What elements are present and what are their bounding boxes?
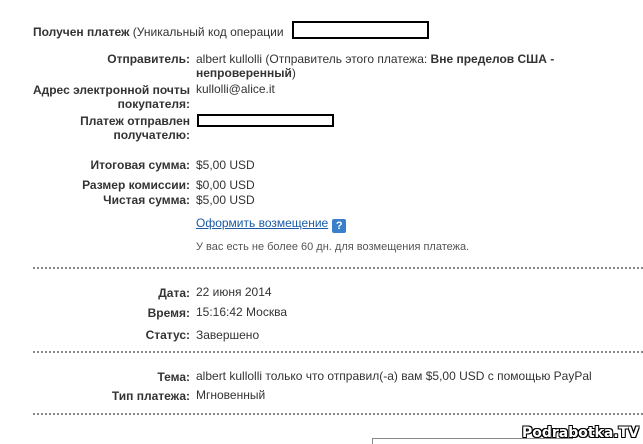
divider xyxy=(33,413,643,415)
subject-label: Тема: xyxy=(157,370,190,384)
status-value: Завершено xyxy=(196,328,260,342)
total-amount-label: Итоговая сумма: xyxy=(90,158,190,172)
time-value: 15:16:42 Москва xyxy=(196,305,288,319)
net-amount-label: Чистая сумма: xyxy=(103,193,190,207)
payment-type-label: Тип платежа: xyxy=(111,389,190,403)
divider xyxy=(33,267,643,269)
sender-status: Вне пределов США - xyxy=(430,52,555,66)
sender-note-close: ) xyxy=(291,66,296,80)
help-icon[interactable]: ? xyxy=(332,219,347,233)
watermark: Podrabotka.TV xyxy=(521,425,639,441)
status-label: Статус: xyxy=(145,328,190,342)
sender-value: albert kullolli (Отправитель этого плате… xyxy=(196,52,554,67)
page-title-rest: (Уникальный код операции xyxy=(129,25,284,39)
page-title-bold: Получен платеж xyxy=(33,25,130,39)
fee-value: $0,00 USD xyxy=(196,178,255,192)
refund-row: Оформить возмещение? xyxy=(196,216,347,233)
net-amount-value: $5,00 USD xyxy=(196,193,255,207)
issue-refund-link[interactable]: Оформить возмещение xyxy=(196,216,328,230)
payment-type-value: Мгновенный xyxy=(196,388,266,402)
total-amount-value: $5,00 USD xyxy=(196,158,255,172)
subject-value: albert kullolli только что отправил(-а) … xyxy=(196,369,592,383)
date-label: Дата: xyxy=(158,286,190,300)
date-value: 22 июня 2014 xyxy=(196,285,272,299)
redacted-recipient xyxy=(197,114,334,127)
sender-label: Отправитель: xyxy=(107,52,190,66)
recipient-label: Платеж отправлен xyxy=(80,114,190,128)
redacted-transaction-id xyxy=(292,21,429,39)
divider xyxy=(33,351,643,353)
time-label: Время: xyxy=(147,306,190,320)
buyer-email: kullolli@alice.it xyxy=(196,82,275,96)
refund-note: У вас есть не более 60 дн. для возмещени… xyxy=(196,241,470,253)
fee-label: Размер комиссии: xyxy=(82,178,190,192)
sender-status-line2: непроверенный xyxy=(196,66,292,80)
sender-name: albert kullolli xyxy=(196,52,263,66)
sender-value-line2: непроверенный) xyxy=(196,66,296,81)
sender-note: (Отправитель этого платежа: xyxy=(262,52,431,66)
recipient-label-line2: получателю: xyxy=(113,128,190,142)
page-title: Получен платеж (Уникальный код операции xyxy=(33,25,284,40)
email-label-line2: покупателя: xyxy=(117,97,190,111)
email-label: Адрес электронной почты xyxy=(32,83,190,97)
